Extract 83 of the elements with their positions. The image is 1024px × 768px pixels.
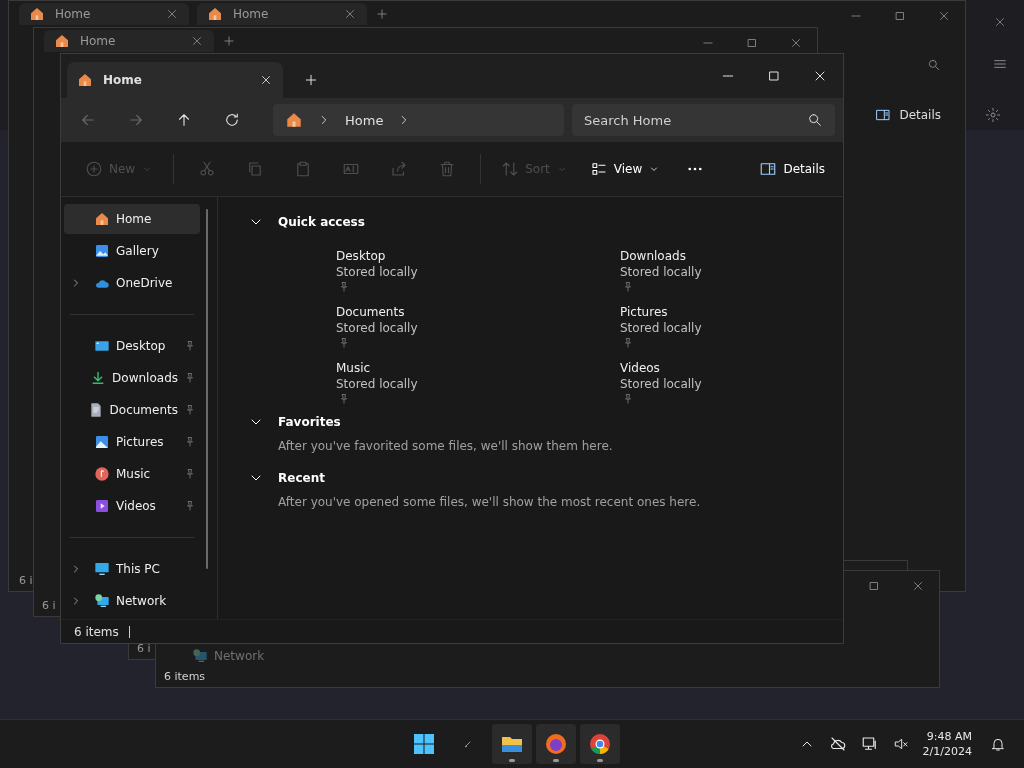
pin-icon <box>184 340 196 352</box>
view-icon <box>589 160 608 178</box>
folder-name[interactable]: Videos <box>620 361 660 375</box>
network-icon <box>192 648 208 664</box>
folder-name[interactable]: Pictures <box>620 305 668 319</box>
chrome-like-icon[interactable] <box>580 724 620 764</box>
breadcrumb[interactable]: Home <box>345 112 384 128</box>
home-icon <box>77 72 93 88</box>
network-icon <box>94 593 110 609</box>
folder-location: Stored locally <box>336 265 418 279</box>
pc-icon <box>94 561 110 577</box>
folder-name[interactable]: Downloads <box>620 249 686 263</box>
videos-icon <box>94 498 110 514</box>
gallery-icon <box>94 243 110 259</box>
pin-icon <box>184 468 196 480</box>
sidebar-item[interactable]: OneDrive <box>64 268 200 298</box>
window-tab[interactable]: Home <box>19 3 189 25</box>
speaker-muted-icon[interactable] <box>892 736 909 752</box>
search-icon[interactable] <box>927 58 941 72</box>
pin-icon <box>184 500 196 512</box>
address-bar[interactable]: Home <box>273 104 564 136</box>
folder-location: Stored locally <box>336 377 418 391</box>
folder-location: Stored locally <box>620 321 702 335</box>
toolbar-button[interactable]: View <box>581 153 669 185</box>
search-icon[interactable] <box>807 112 823 128</box>
pictures-icon <box>94 434 110 450</box>
window-tab[interactable]: Home <box>197 3 367 25</box>
settings-icon[interactable] <box>985 107 1001 123</box>
home-icon <box>207 6 223 22</box>
empty-message: After you've favorited some files, we'll show them here. <box>277 438 614 455</box>
section-header[interactable]: Favorites <box>248 411 843 433</box>
sidebar-item[interactable]: Desktop <box>64 331 200 361</box>
sidebar-item[interactable]: Pictures <box>64 427 200 457</box>
status-text: 6 i <box>42 599 56 612</box>
folder-location: Stored locally <box>620 265 702 279</box>
pin-icon <box>184 436 196 448</box>
details-pane-icon <box>759 160 778 178</box>
folder-location: Stored locally <box>336 321 418 335</box>
sidebar-item[interactable]: Music <box>64 459 200 489</box>
folder-name[interactable]: Desktop <box>336 249 386 263</box>
status-text: 6 i <box>137 642 151 655</box>
close-icon[interactable] <box>259 73 273 87</box>
home-icon <box>54 33 70 49</box>
home-icon <box>29 6 45 22</box>
sidebar-item[interactable]: Network <box>192 648 265 664</box>
folder-location: Stored locally <box>620 377 702 391</box>
home-icon <box>94 211 110 227</box>
sort-icon <box>501 160 520 178</box>
details-button[interactable]: Details <box>751 153 833 185</box>
network-icon[interactable] <box>860 735 879 753</box>
folder-name[interactable]: Documents <box>336 305 405 319</box>
section-header[interactable]: Recent <box>248 467 843 489</box>
sidebar-item[interactable]: Gallery <box>64 236 200 266</box>
cloud-off-icon[interactable] <box>828 735 847 753</box>
maximize-icon[interactable] <box>766 68 782 84</box>
details-pane-icon <box>875 107 892 123</box>
desktop-icon <box>94 338 110 354</box>
pin-icon <box>184 372 196 384</box>
search-field[interactable]: Search Home <box>572 104 835 136</box>
refresh-icon[interactable] <box>223 111 241 129</box>
window-tab[interactable]: Home <box>44 30 214 52</box>
sidebar-item[interactable]: This PC <box>64 554 200 584</box>
status-text: 6 items <box>74 624 119 639</box>
empty-message: After you've opened some files, we'll show the most recent ones here. <box>277 494 702 511</box>
notification-bell-icon[interactable] <box>990 736 1006 752</box>
clock[interactable]: 9:48 AM 2/1/2024 <box>922 730 972 758</box>
pin-icon <box>184 404 196 416</box>
details-button[interactable]: Details <box>875 107 941 123</box>
new-tab-icon[interactable] <box>303 72 319 88</box>
music-icon <box>94 466 110 482</box>
section-header[interactable]: Quick access <box>248 211 843 233</box>
folder-icon[interactable] <box>492 724 532 764</box>
window-tab[interactable]: Home <box>67 62 283 98</box>
home-icon <box>285 111 303 129</box>
sidebar-item[interactable]: Videos <box>64 491 200 521</box>
firefox-like-icon[interactable] <box>536 724 576 764</box>
sidebar-item[interactable]: Downloads <box>64 363 200 393</box>
folder-name[interactable]: Music <box>336 361 371 375</box>
status-text: 6 items <box>164 670 206 683</box>
sidebar-item[interactable]: Documents <box>64 395 200 425</box>
sidebar-item[interactable]: Network <box>64 586 200 616</box>
status-text: 6 i <box>19 574 33 587</box>
sidebar-item[interactable]: Home <box>64 204 200 234</box>
